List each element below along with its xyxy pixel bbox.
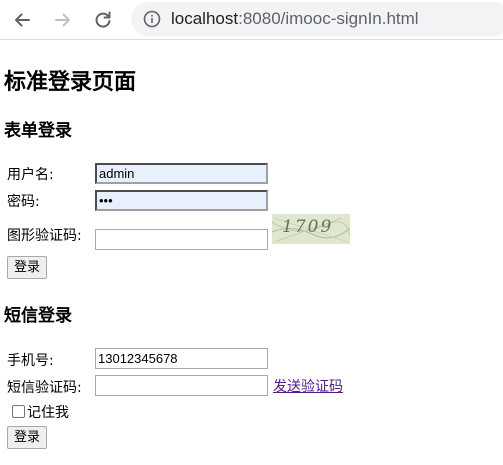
url-text[interactable]: localhost:8080/imooc-signIn.html xyxy=(171,9,419,29)
url-host: localhost xyxy=(171,9,239,28)
page-title: 标准登录页面 xyxy=(4,70,137,95)
captcha-image-text: 1709 xyxy=(282,217,334,237)
remember-me-label: 记住我 xyxy=(27,405,69,421)
captcha-image[interactable]: 1709 xyxy=(272,214,350,244)
username-input[interactable] xyxy=(95,163,268,184)
send-code-link[interactable]: 发送验证码 xyxy=(273,376,343,396)
address-bar[interactable]: localhost:8080/imooc-signIn.html xyxy=(131,2,503,36)
back-arrow-icon[interactable] xyxy=(9,8,35,32)
form-login-submit-button[interactable]: 登录 xyxy=(7,256,48,279)
form-login-heading: 表单登录 xyxy=(4,121,72,141)
password-label: 密码: xyxy=(7,194,40,210)
reload-icon[interactable] xyxy=(90,8,116,32)
phone-input[interactable] xyxy=(95,348,268,369)
url-path: :8080/imooc-signIn.html xyxy=(238,9,419,28)
captcha-label: 图形验证码: xyxy=(7,228,82,244)
sms-code-input[interactable] xyxy=(95,375,268,396)
sms-code-label: 短信验证码: xyxy=(7,380,82,396)
forward-arrow-icon[interactable] xyxy=(50,8,76,32)
captcha-input[interactable] xyxy=(95,229,268,250)
phone-label: 手机号: xyxy=(7,353,54,369)
password-input[interactable] xyxy=(95,190,268,211)
sms-login-heading: 短信登录 xyxy=(4,306,72,326)
browser-toolbar: localhost:8080/imooc-signIn.html xyxy=(0,0,503,40)
info-icon[interactable] xyxy=(143,10,161,28)
remember-me-checkbox[interactable] xyxy=(12,405,25,418)
username-label: 用户名: xyxy=(7,167,54,183)
sms-login-submit-button[interactable]: 登录 xyxy=(7,426,48,449)
